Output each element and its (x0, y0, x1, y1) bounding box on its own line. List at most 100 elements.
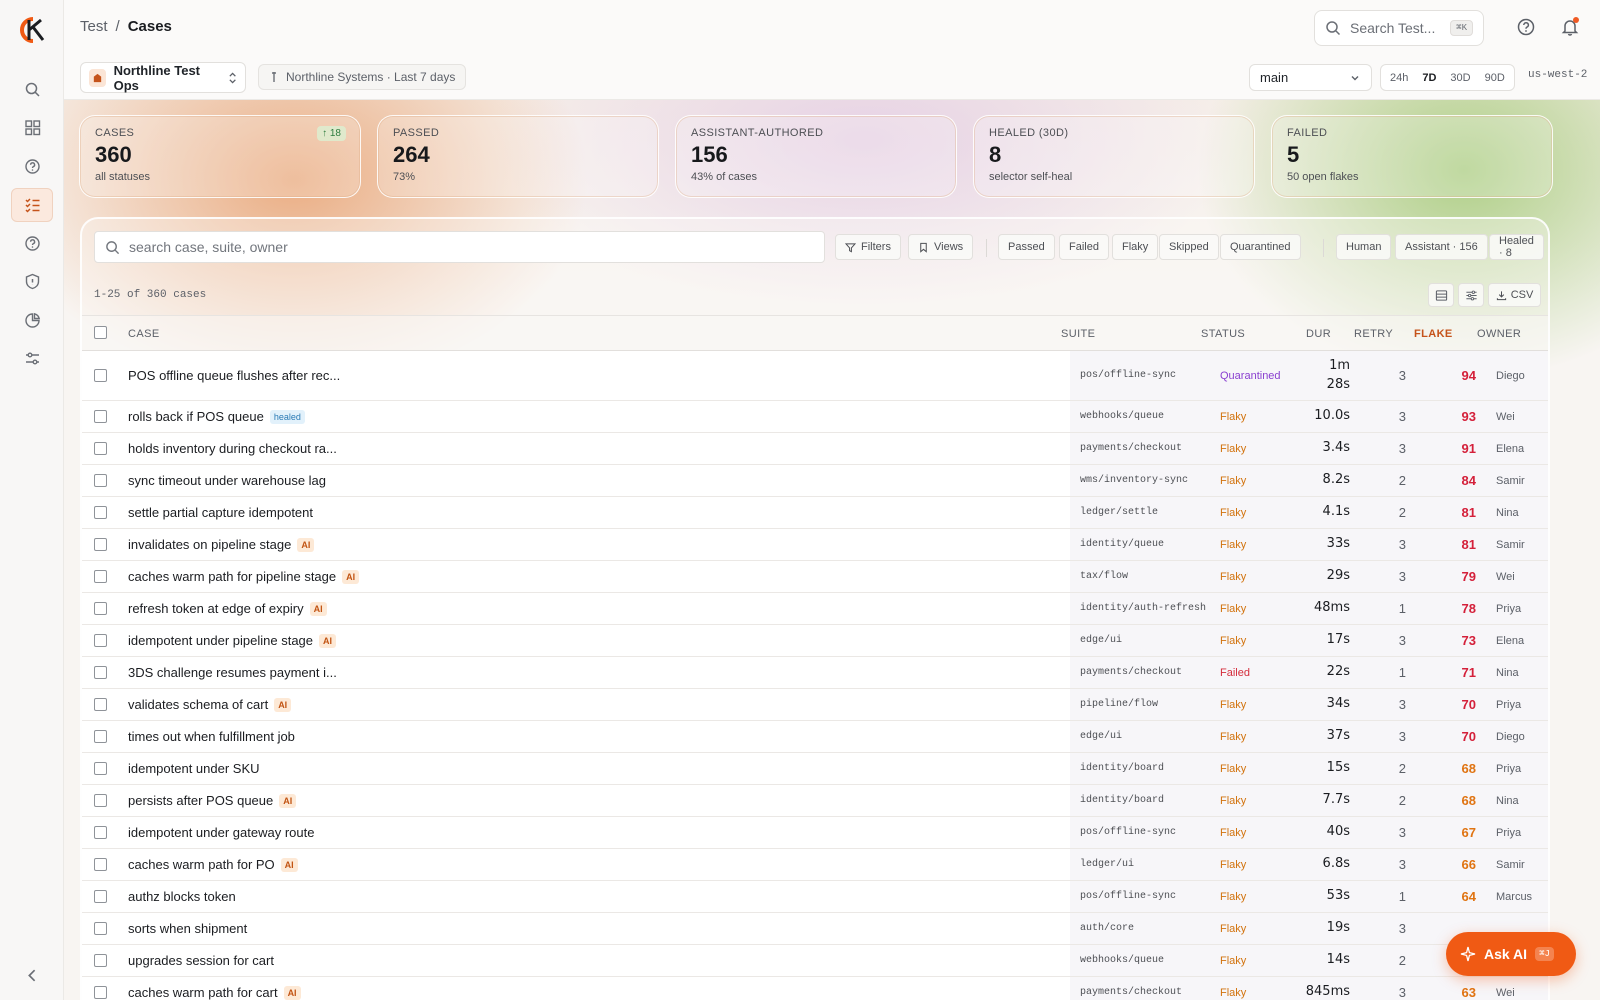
table-row[interactable]: sorts when shipment auth/core Flaky 19s 3 (82, 913, 1548, 945)
case-name[interactable]: idempotent under pipeline stage AI (128, 625, 337, 656)
rail-item-sliders[interactable] (11, 342, 53, 376)
table-row[interactable]: POS offline queue flushes after rec... po… (82, 351, 1548, 401)
case-name[interactable]: sync timeout under warehouse lag (128, 465, 326, 496)
export-csv-button[interactable]: CSV (1488, 283, 1541, 307)
project-switcher[interactable]: Northline Test Ops (80, 62, 246, 93)
notifications-button[interactable] (1560, 17, 1580, 37)
table-row[interactable]: authz blocks token pos/offline-sync Flaky 5… (82, 881, 1548, 913)
case-name[interactable]: refresh token at edge of expiry AI (128, 593, 327, 624)
row-checkbox[interactable] (94, 401, 107, 432)
density-toggle-button[interactable] (1428, 283, 1454, 307)
filters-button[interactable]: Filters (835, 234, 901, 260)
column-header-flake[interactable]: FLAKE (1414, 328, 1453, 340)
case-name[interactable]: 3DS challenge resumes payment i... (128, 657, 337, 688)
row-checkbox[interactable] (94, 465, 107, 496)
ask-ai-button[interactable]: Ask AI ⌘J (1446, 932, 1576, 976)
table-row[interactable]: invalidates on pipeline stage AI identity/… (82, 529, 1548, 561)
range-option-24h[interactable]: 24h (1384, 69, 1414, 87)
row-checkbox[interactable] (94, 977, 107, 1000)
column-settings-button[interactable] (1458, 283, 1484, 307)
author-filter-chip[interactable]: Assistant · 156 (1395, 234, 1488, 260)
range-option-30d[interactable]: 30D (1444, 69, 1476, 87)
range-option-90d[interactable]: 90D (1479, 69, 1511, 87)
row-checkbox[interactable] (94, 945, 107, 976)
status-filter-chip[interactable]: Flaky (1112, 234, 1159, 260)
case-search-input[interactable]: search case, suite, owner (94, 231, 825, 263)
row-checkbox[interactable] (94, 881, 107, 912)
stat-card-assistant-authored[interactable]: ASSISTANT-AUTHORED 156 43% of cases (675, 115, 957, 198)
stat-card-healed[interactable]: HEALED (30D) 8 selector self-heal (973, 115, 1255, 198)
stat-card-passed[interactable]: PASSED 264 73% (377, 115, 659, 198)
stat-card-cases[interactable]: CASES 360 all statuses ↑ 18 (79, 115, 361, 198)
row-checkbox[interactable] (94, 497, 107, 528)
case-name[interactable]: POS offline queue flushes after rec... (128, 351, 340, 400)
row-checkbox[interactable] (94, 753, 107, 784)
rail-item-search[interactable] (11, 72, 53, 106)
table-row[interactable]: caches warm path for pipeline stage AI tax… (82, 561, 1548, 593)
status-filter-chip[interactable]: Skipped (1159, 234, 1219, 260)
rail-item-help-circle[interactable] (11, 149, 53, 183)
rail-item-help-circle[interactable] (11, 226, 53, 260)
range-option-7d[interactable]: 7D (1416, 69, 1442, 87)
row-checkbox[interactable] (94, 657, 107, 688)
status-filter-chip[interactable]: Passed (998, 234, 1055, 260)
table-row[interactable]: idempotent under SKU identity/board Flaky 1… (82, 753, 1548, 785)
case-name[interactable]: upgrades session for cart (128, 945, 274, 976)
case-name[interactable]: times out when fulfillment job (128, 721, 295, 752)
global-search-input[interactable]: Search Test... ⌘K (1314, 10, 1484, 46)
stat-card-failed[interactable]: FAILED 5 50 open flakes (1271, 115, 1553, 198)
table-row[interactable]: times out when fulfillment job edge/ui Fla… (82, 721, 1548, 753)
row-checkbox[interactable] (94, 433, 107, 464)
case-name[interactable]: idempotent under SKU (128, 753, 260, 784)
select-all-checkbox[interactable] (94, 326, 107, 339)
case-name[interactable]: validates schema of cart AI (128, 689, 292, 720)
row-checkbox[interactable] (94, 913, 107, 944)
column-header-owner[interactable]: OWNER (1477, 328, 1521, 340)
row-checkbox[interactable] (94, 689, 107, 720)
table-row[interactable]: upgrades session for cart webhooks/queue F… (82, 945, 1548, 977)
branch-select[interactable]: main (1249, 64, 1372, 91)
case-name[interactable]: invalidates on pipeline stage AI (128, 529, 315, 560)
table-row[interactable]: validates schema of cart AI pipeline/flow F… (82, 689, 1548, 721)
rail-item-shield[interactable] (11, 265, 53, 299)
table-row[interactable]: 3DS challenge resumes payment i... paymen… (82, 657, 1548, 689)
case-name[interactable]: caches warm path for cart AI (128, 977, 301, 1000)
row-checkbox[interactable] (94, 721, 107, 752)
row-checkbox[interactable] (94, 817, 107, 848)
case-name[interactable]: sorts when shipment (128, 913, 247, 944)
row-checkbox[interactable] (94, 785, 107, 816)
column-header-status[interactable]: STATUS (1201, 328, 1245, 340)
column-header-retry[interactable]: RETRY (1354, 328, 1393, 340)
column-header-case[interactable]: CASE (128, 328, 160, 340)
status-filter-chip[interactable]: Failed (1059, 234, 1109, 260)
case-name[interactable]: rolls back if POS queue healed (128, 401, 305, 432)
row-checkbox[interactable] (94, 849, 107, 880)
case-name[interactable]: persists after POS queue AI (128, 785, 297, 816)
breadcrumb-parent[interactable]: Test (80, 18, 108, 35)
table-row[interactable]: holds inventory during checkout ra... pay… (82, 433, 1548, 465)
table-row[interactable]: caches warm path for PO AI ledger/ui Flaky 6… (82, 849, 1548, 881)
row-checkbox[interactable] (94, 529, 107, 560)
collapse-sidebar-button[interactable] (11, 958, 53, 992)
author-filter-chip[interactable]: Human (1336, 234, 1392, 260)
table-row[interactable]: caches warm path for cart AI payments/chec… (82, 977, 1548, 1000)
case-name[interactable]: idempotent under gateway route (128, 817, 314, 848)
help-circle-icon[interactable] (1516, 17, 1536, 37)
case-name[interactable]: authz blocks token (128, 881, 236, 912)
rail-item-dashboard[interactable] (11, 111, 53, 145)
case-name[interactable]: caches warm path for PO AI (128, 849, 298, 880)
case-name[interactable]: holds inventory during checkout ra... (128, 433, 337, 464)
row-checkbox[interactable] (94, 593, 107, 624)
brand-logo-icon[interactable] (16, 16, 48, 44)
row-checkbox[interactable] (94, 351, 107, 400)
table-row[interactable]: rolls back if POS queue healed webhooks/qu… (82, 401, 1548, 433)
table-row[interactable]: idempotent under gateway route pos/offlin… (82, 817, 1548, 849)
table-row[interactable]: persists after POS queue AI identity/board… (82, 785, 1548, 817)
column-header-suite[interactable]: SUITE (1061, 328, 1095, 340)
case-name[interactable]: caches warm path for pipeline stage AI (128, 561, 360, 592)
author-filter-chip[interactable]: Healed · 8 (1489, 234, 1544, 260)
table-row[interactable]: idempotent under pipeline stage AI edge/ui… (82, 625, 1548, 657)
table-row[interactable]: refresh token at edge of expiry AI identit… (82, 593, 1548, 625)
row-checkbox[interactable] (94, 625, 107, 656)
table-row[interactable]: settle partial capture idempotent ledger/… (82, 497, 1548, 529)
